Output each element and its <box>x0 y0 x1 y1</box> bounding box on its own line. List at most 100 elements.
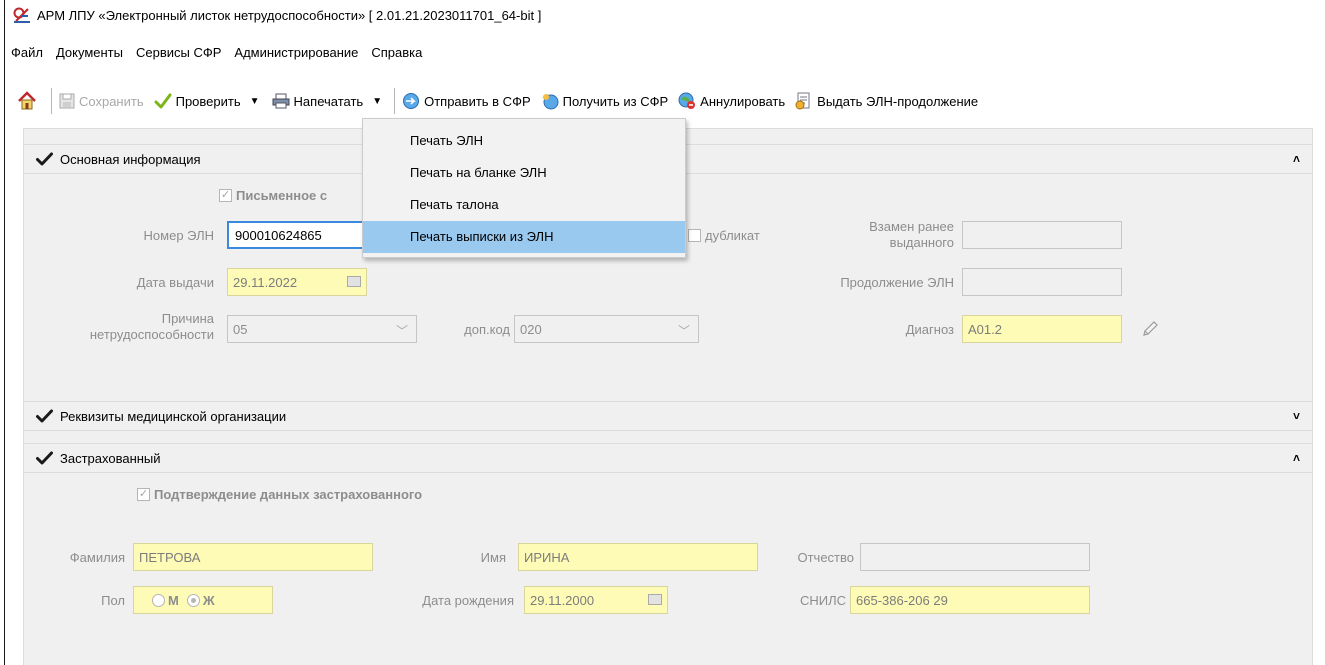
collapse-icon[interactable]: ˄ <box>1293 152 1300 166</box>
reason-label-line2: нетрудоспособности <box>89 327 214 342</box>
toolbar: Сохранить Проверить ▼ Напечатать ▼ Отпра… <box>5 86 1325 116</box>
sex-f-radio[interactable]: Ж <box>186 592 215 608</box>
calendar-icon[interactable] <box>648 594 662 605</box>
continuation-input[interactable] <box>962 268 1122 296</box>
patronymic-label: Отчество <box>797 550 854 565</box>
written-consent-label: Письменное с <box>236 188 328 203</box>
reason-label-line1: Причина <box>161 311 214 326</box>
replaces-label: Взамен ранее выданного <box>804 219 954 251</box>
annul-button[interactable]: Аннулировать <box>678 92 785 110</box>
save-button[interactable]: Сохранить <box>59 93 144 109</box>
section-main-info-title: Основная информация <box>60 151 201 167</box>
print-dropdown-menu: Печать ЭЛН Печать на бланке ЭЛН Печать т… <box>362 118 686 258</box>
diagnosis-label: Диагноз <box>905 322 954 337</box>
menu-help[interactable]: Справка <box>371 45 422 60</box>
issue-date-value: 29.11.2022 <box>233 274 298 290</box>
menu-sfr-services[interactable]: Сервисы СФР <box>136 45 221 60</box>
expand-icon[interactable]: ˅ <box>1293 409 1300 423</box>
sex-m-radio[interactable]: М <box>152 593 179 608</box>
name-value: ИРИНА <box>524 549 570 565</box>
send-globe-icon <box>403 93 420 109</box>
diagnosis-value: А01.2 <box>968 321 1002 337</box>
eln-number-input[interactable]: 900010624865 <box>227 221 367 249</box>
menu-documents[interactable]: Документы <box>56 45 123 60</box>
checkbox-box <box>688 229 701 242</box>
menu-item-print-stub[interactable]: Печать талона <box>363 189 685 221</box>
sex-f-label: Ж <box>202 592 215 608</box>
issue-date-input[interactable]: 29.11.2022 <box>227 268 367 296</box>
issue-continuation-button[interactable]: Выдать ЭЛН-продолжение <box>795 92 978 110</box>
section-med-org-title: Реквизиты медицинской организации <box>60 408 287 424</box>
menu-item-print-on-form[interactable]: Печать на бланке ЭЛН <box>363 157 685 189</box>
checkmark-icon <box>36 152 53 166</box>
radio-dot <box>152 593 165 607</box>
reason-label: Причина нетрудоспособности <box>24 311 214 343</box>
duplicate-checkbox[interactable]: дубликат <box>688 228 760 243</box>
receive-label: Получить из СФР <box>562 93 669 109</box>
pencil-icon[interactable] <box>1141 320 1159 338</box>
app-window: АРМ ЛПУ «Электронный листок нетрудоспосо… <box>4 0 1325 665</box>
checkbox-check-icon: ✓ <box>137 488 150 501</box>
name-input[interactable]: ИРИНА <box>518 543 758 571</box>
snils-label: СНИЛС <box>799 593 846 608</box>
replaces-label-line2: выданного <box>889 235 954 250</box>
sex-m-label: М <box>168 592 179 608</box>
collapse-icon[interactable]: ˄ <box>1293 451 1300 465</box>
menu-administration[interactable]: Администрирование <box>234 45 358 60</box>
eln-number-value: 900010624865 <box>235 227 322 243</box>
replaces-input[interactable] <box>962 221 1122 249</box>
extra-code-value: 020 <box>520 321 542 337</box>
diagnosis-input[interactable]: А01.2 <box>962 315 1122 343</box>
checkmark-icon <box>36 409 53 423</box>
floppy-icon <box>59 93 75 109</box>
name-label: Имя <box>480 550 506 565</box>
save-label: Сохранить <box>79 93 144 109</box>
birth-date-label: Дата рождения <box>422 593 514 608</box>
surname-input[interactable]: ПЕТРОВА <box>133 543 373 571</box>
patronymic-input[interactable] <box>860 543 1090 571</box>
section-insured-body: ✓ Подтверждение данных застрахованного Ф… <box>24 474 1312 665</box>
chevron-down-icon: ﹀ <box>395 324 408 338</box>
check-dropdown-arrow-icon[interactable]: ▼ <box>250 96 260 107</box>
reason-value: 05 <box>233 321 248 337</box>
print-button[interactable]: Напечатать <box>272 93 364 109</box>
section-insured-header[interactable]: Застрахованный ˄ <box>24 443 1312 473</box>
eln-number-label: Номер ЭЛН <box>143 228 214 243</box>
surname-label: Фамилия <box>69 550 125 565</box>
document-continue-icon <box>795 92 810 110</box>
checkmark-icon <box>36 451 53 465</box>
check-label: Проверить <box>175 93 241 109</box>
section-med-org-header[interactable]: Реквизиты медицинской организации ˅ <box>24 401 1312 431</box>
toolbar-separator <box>394 88 396 114</box>
home-button[interactable] <box>17 91 41 111</box>
print-label: Напечатать <box>293 93 364 109</box>
menu-bar: Файл Документы Сервисы СФР Администриров… <box>5 42 435 62</box>
receive-from-sfr-button[interactable]: Получить из СФР <box>541 92 669 110</box>
check-button[interactable]: Проверить <box>154 93 241 109</box>
window-title: АРМ ЛПУ «Электронный листок нетрудоспосо… <box>37 7 542 23</box>
snils-value: 665-386-206 29 <box>856 592 948 608</box>
calendar-icon[interactable] <box>347 276 361 287</box>
annul-globe-icon <box>678 92 696 109</box>
reason-select[interactable]: 05 ﹀ <box>227 315 417 343</box>
radio-dot-selected <box>186 593 200 607</box>
send-to-sfr-button[interactable]: Отправить в СФР <box>402 92 531 110</box>
birth-date-value: 29.11.2000 <box>530 592 595 608</box>
extra-code-select[interactable]: 020 ﹀ <box>514 315 699 343</box>
sex-label: Пол <box>101 593 125 608</box>
snils-input[interactable]: 665-386-206 29 <box>850 586 1090 614</box>
menu-item-print-extract[interactable]: Печать выписки из ЭЛН <box>363 221 685 253</box>
send-label: Отправить в СФР <box>424 93 531 109</box>
menu-item-print-eln[interactable]: Печать ЭЛН <box>363 125 685 157</box>
duplicate-label: дубликат <box>705 228 760 243</box>
title-bar: АРМ ЛПУ «Электронный листок нетрудоспосо… <box>5 0 1325 30</box>
printer-icon <box>272 93 290 109</box>
home-icon <box>18 91 36 110</box>
print-dropdown-arrow-icon[interactable]: ▼ <box>372 96 382 107</box>
birth-date-input[interactable]: 29.11.2000 <box>524 586 668 614</box>
menu-file[interactable]: Файл <box>11 45 43 60</box>
sex-radio-group: М Ж <box>133 586 273 614</box>
written-consent-checkbox[interactable]: ✓ Письменное с <box>219 188 327 203</box>
continue-label: Выдать ЭЛН-продолжение <box>817 93 979 109</box>
confirm-insured-checkbox[interactable]: ✓ Подтверждение данных застрахованного <box>137 487 422 502</box>
